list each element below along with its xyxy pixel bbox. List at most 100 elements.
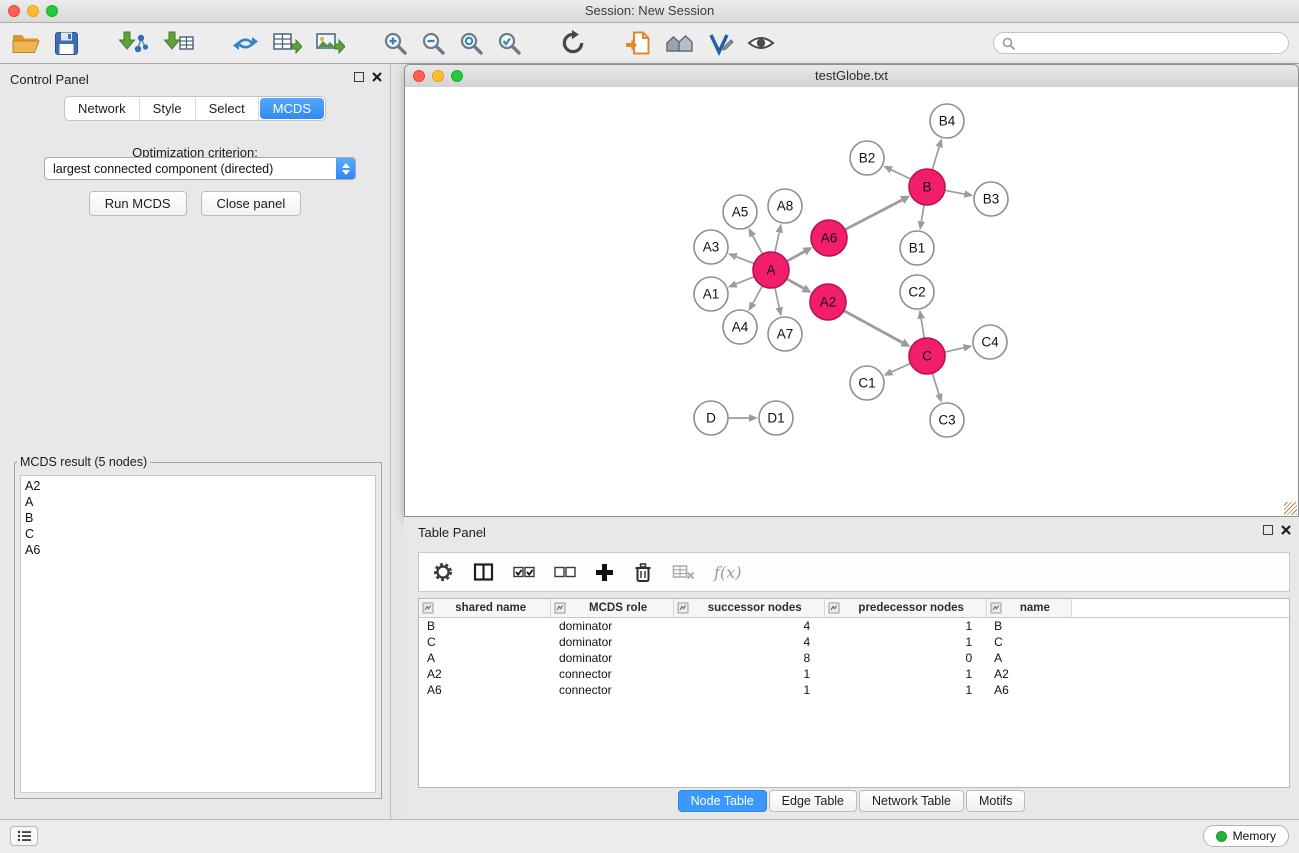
tab-motifs[interactable]: Motifs <box>966 790 1025 812</box>
network-window-titlebar[interactable]: testGlobe.txt <box>405 65 1298 88</box>
deselect-all-button[interactable] <box>553 561 577 583</box>
graph-edge[interactable] <box>932 147 939 170</box>
graph-node-A7[interactable]: A7 <box>768 317 802 351</box>
graph-node-B[interactable]: B <box>909 169 945 205</box>
graph-edge[interactable] <box>945 190 965 194</box>
open-session-button[interactable] <box>10 30 42 57</box>
export-network-button[interactable] <box>231 29 260 57</box>
column-header-predecessor-nodes[interactable]: predecessor nodes <box>824 599 986 618</box>
graph-edge[interactable] <box>787 252 805 262</box>
vizmapper-button[interactable] <box>707 30 735 57</box>
import-table-button[interactable] <box>161 29 195 57</box>
save-session-button[interactable] <box>53 30 80 57</box>
graph-node-A1[interactable]: A1 <box>694 277 728 311</box>
graph-edge[interactable] <box>921 205 924 222</box>
table-settings-button[interactable] <box>431 560 455 584</box>
tab-style[interactable]: Style <box>140 97 196 120</box>
graph-node-C3[interactable]: C3 <box>930 403 964 437</box>
run-mcds-button[interactable]: Run MCDS <box>89 191 187 216</box>
graph-node-C2[interactable]: C2 <box>900 275 934 309</box>
add-column-button[interactable] <box>594 562 615 583</box>
network-canvas[interactable]: B4B2BB3A5A8A6A3B1AA1C2A2A4A7C4CC1C3DD1 <box>405 87 1298 516</box>
mcds-result-list[interactable]: A2ABCA6 <box>20 475 376 793</box>
select-all-button[interactable] <box>512 561 536 583</box>
resize-grip-icon[interactable] <box>1284 502 1297 515</box>
column-header-name[interactable]: name <box>986 599 1071 618</box>
export-table-button[interactable] <box>271 29 303 57</box>
search-input[interactable] <box>1020 35 1280 51</box>
mcds-result-item[interactable]: A <box>25 494 375 510</box>
graph-node-A4[interactable]: A4 <box>723 310 757 344</box>
graph-node-A8[interactable]: A8 <box>768 189 802 223</box>
refresh-button[interactable] <box>559 29 587 57</box>
graph-node-D1[interactable]: D1 <box>759 401 793 435</box>
graph-node-A2[interactable]: A2 <box>810 284 846 320</box>
graph-edge[interactable] <box>736 257 754 264</box>
tab-select[interactable]: Select <box>196 97 259 120</box>
close-panel-button[interactable]: Close panel <box>201 191 302 216</box>
toggle-columns-button[interactable] <box>472 561 495 583</box>
graph-edge[interactable] <box>932 373 939 394</box>
tab-network[interactable]: Network <box>65 97 140 120</box>
tab-node-table[interactable]: Node Table <box>678 790 767 812</box>
tab-network-table[interactable]: Network Table <box>859 790 964 812</box>
graph-node-B1[interactable]: B1 <box>900 231 934 265</box>
tab-mcds[interactable]: MCDS <box>260 98 324 119</box>
graph-node-B4[interactable]: B4 <box>930 104 964 138</box>
show-panels-button[interactable] <box>10 826 38 846</box>
table-row[interactable]: Adominator80A <box>419 650 1289 666</box>
zoom-fit-button[interactable] <box>458 30 485 57</box>
graph-edge[interactable] <box>787 279 804 288</box>
graph-edge[interactable] <box>892 363 911 372</box>
table-row[interactable]: A2connector11A2 <box>419 666 1289 682</box>
function-builder-button[interactable]: f(x) <box>713 562 742 583</box>
export-image-button[interactable] <box>314 29 346 57</box>
graph-node-A[interactable]: A <box>753 252 789 288</box>
float-table-panel-icon[interactable] <box>1263 525 1273 535</box>
mcds-result-item[interactable]: C <box>25 526 375 542</box>
graph-edge[interactable] <box>736 277 754 284</box>
column-header-shared-name[interactable]: shared name <box>419 599 551 618</box>
show-graphics-button[interactable] <box>746 31 776 55</box>
graph-edge[interactable] <box>891 170 910 179</box>
delete-table-button[interactable] <box>671 562 696 582</box>
document-export-button[interactable] <box>623 29 653 57</box>
graph-edge[interactable] <box>945 348 964 352</box>
graph-edge[interactable] <box>921 319 924 339</box>
table-row[interactable]: Bdominator41B <box>419 618 1289 635</box>
mcds-result-item[interactable]: B <box>25 510 375 526</box>
criterion-dropdown[interactable]: largest connected component (directed) <box>44 157 356 180</box>
float-panel-icon[interactable] <box>354 72 364 82</box>
dropdown-stepper-icon[interactable] <box>336 158 355 179</box>
graph-node-B3[interactable]: B3 <box>974 182 1008 216</box>
memory-button[interactable]: Memory <box>1203 825 1289 847</box>
graph-node-C1[interactable]: C1 <box>850 366 884 400</box>
table-row[interactable]: A6connector11A6 <box>419 682 1289 698</box>
graph-edge[interactable] <box>753 286 763 303</box>
graph-node-A5[interactable]: A5 <box>723 195 757 229</box>
zoom-out-button[interactable] <box>420 30 447 57</box>
mcds-result-item[interactable]: A2 <box>25 478 375 494</box>
graph-node-A6[interactable]: A6 <box>811 220 847 256</box>
close-panel-icon[interactable] <box>372 72 382 82</box>
graph-node-B2[interactable]: B2 <box>850 141 884 175</box>
home-button[interactable] <box>664 30 696 57</box>
graph-node-C[interactable]: C <box>909 338 945 374</box>
close-table-panel-icon[interactable] <box>1281 525 1291 535</box>
import-network-button[interactable] <box>116 29 150 57</box>
graph-node-C4[interactable]: C4 <box>973 325 1007 359</box>
column-header-successor-nodes[interactable]: successor nodes <box>673 599 824 618</box>
graph-edge[interactable] <box>775 232 779 252</box>
delete-column-button[interactable] <box>632 561 654 584</box>
table-row[interactable]: Cdominator41C <box>419 634 1289 650</box>
tab-edge-table[interactable]: Edge Table <box>769 790 857 812</box>
graph-node-D[interactable]: D <box>694 401 728 435</box>
zoom-selected-button[interactable] <box>496 30 523 57</box>
mcds-result-item[interactable]: A6 <box>25 542 375 558</box>
column-header-mcds-role[interactable]: MCDS role <box>551 599 673 618</box>
search-field[interactable] <box>993 32 1289 54</box>
graph-edge[interactable] <box>845 200 902 230</box>
graph-edge[interactable] <box>844 311 903 343</box>
graph-edge[interactable] <box>775 288 779 308</box>
zoom-in-button[interactable] <box>382 30 409 57</box>
